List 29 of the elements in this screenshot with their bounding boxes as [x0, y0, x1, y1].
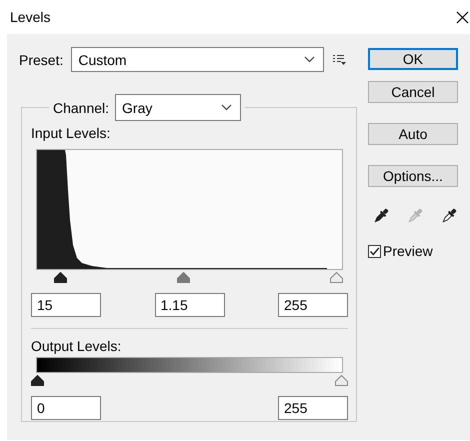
- level-field[interactable]: 15: [31, 293, 101, 317]
- eyedropper-icon[interactable]: [440, 207, 458, 225]
- window-title: Levels: [10, 9, 50, 25]
- dialog-button[interactable]: Cancel: [368, 81, 458, 103]
- slider-thumb[interactable]: [31, 375, 44, 386]
- slider-thumb[interactable]: [54, 272, 68, 283]
- close-icon[interactable]: [456, 10, 469, 24]
- level-field[interactable]: 255: [278, 293, 348, 317]
- output-levels-label: Output Levels:: [31, 338, 122, 354]
- chevron-down-icon: [221, 104, 232, 111]
- input-levels-label: Input Levels:: [31, 125, 112, 141]
- level-field[interactable]: 0: [31, 396, 101, 420]
- level-field[interactable]: 1.15: [154, 293, 224, 317]
- dialog-button[interactable]: Auto: [368, 123, 458, 145]
- preview-checkbox[interactable]: Preview: [368, 243, 458, 259]
- slider-thumb[interactable]: [330, 272, 343, 283]
- channel-dropdown[interactable]: Gray: [115, 94, 242, 121]
- dialog-button[interactable]: Options...: [368, 165, 458, 187]
- list-menu-icon[interactable]: [333, 54, 346, 65]
- checkmark-icon: [369, 246, 380, 256]
- chevron-down-icon: [304, 56, 316, 63]
- slider-thumb[interactable]: [177, 272, 190, 283]
- dialog-button[interactable]: OK: [368, 48, 458, 70]
- preset-label: Preset:: [19, 52, 64, 68]
- preset-dropdown[interactable]: Custom: [71, 47, 324, 72]
- level-field[interactable]: 255: [278, 396, 348, 420]
- slider-thumb[interactable]: [335, 375, 348, 386]
- eyedropper-icon[interactable]: [372, 207, 390, 225]
- channel-label: Channel:: [53, 100, 110, 116]
